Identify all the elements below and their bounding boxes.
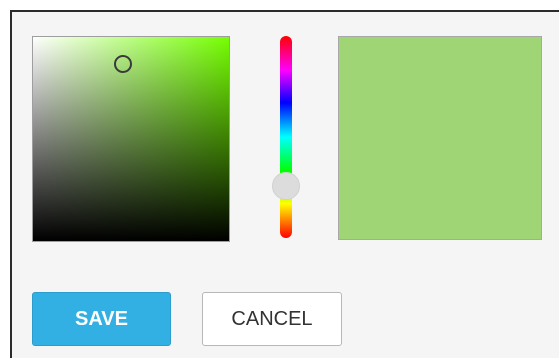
save-button[interactable]: SAVE [32, 292, 171, 346]
hue-slider[interactable] [272, 36, 300, 238]
saturation-value-area[interactable] [32, 36, 230, 242]
cancel-button[interactable]: CANCEL [202, 292, 342, 346]
color-selector-cursor[interactable] [114, 54, 133, 73]
color-picker-dialog: SAVE CANCEL [10, 10, 559, 358]
hue-slider-thumb[interactable] [272, 172, 300, 201]
color-preview-swatch [338, 36, 542, 240]
